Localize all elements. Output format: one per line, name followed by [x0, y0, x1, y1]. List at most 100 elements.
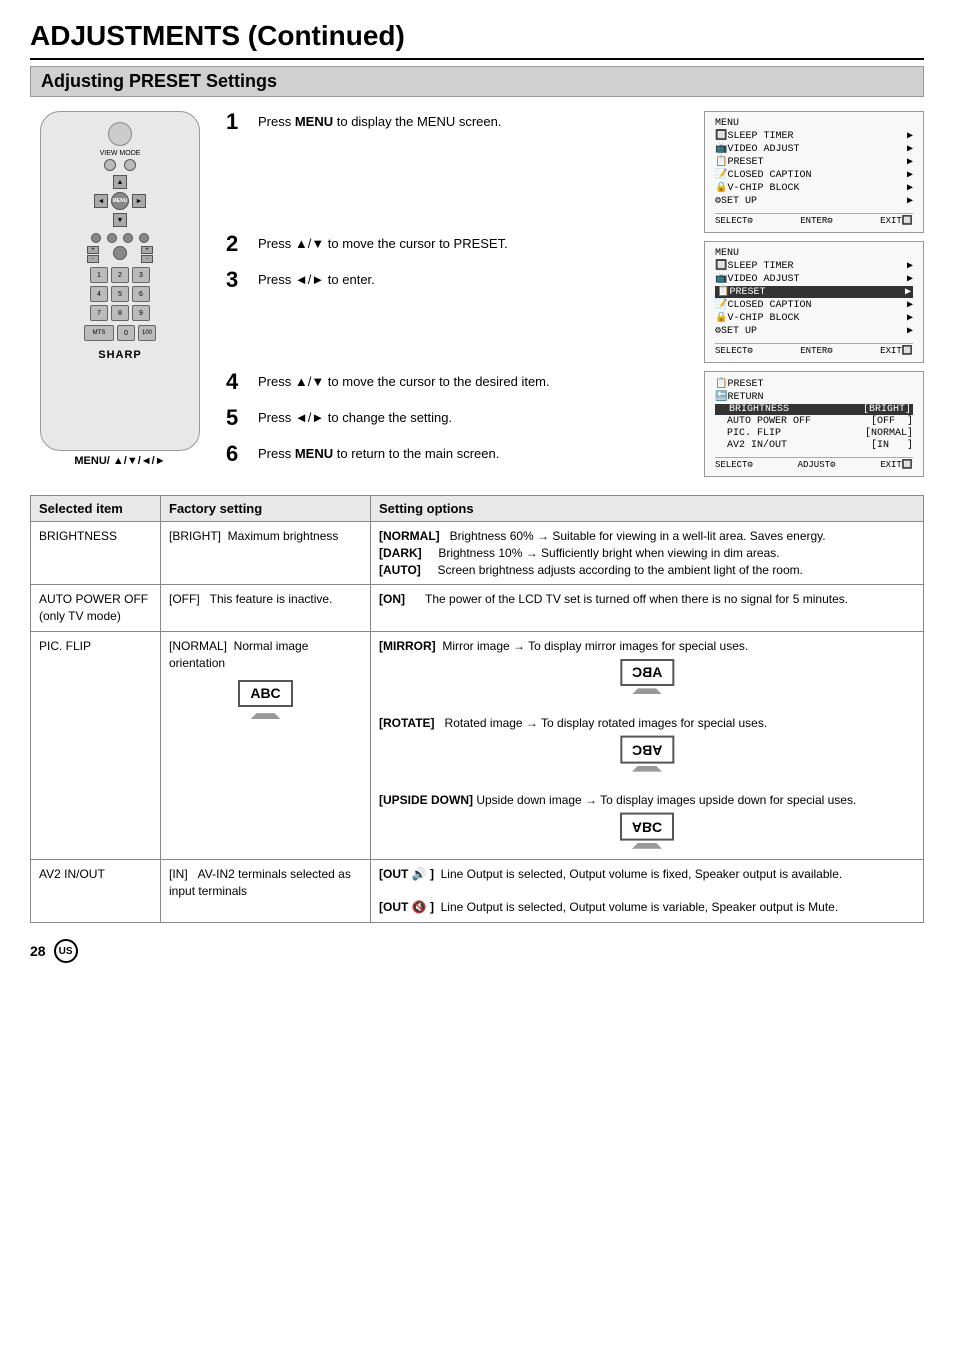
screen1-menu-row: MENU	[715, 118, 913, 129]
dpad-right[interactable]: ►	[132, 194, 146, 208]
screen1-select-btn: SELECT⚙	[715, 216, 753, 226]
screen2-row1: 🔲SLEEP TIMER▶	[715, 260, 913, 272]
table-row-auto-power-off: AUTO POWER OFF(only TV mode) [OFF] This …	[31, 585, 924, 632]
num-7[interactable]: 7	[90, 305, 108, 321]
monitor-stand-rotate	[632, 766, 662, 772]
dpad-up[interactable]: ▲	[113, 175, 127, 189]
remote-control: VIEW MODE ▲ ▼ ◄ ► MENU +	[40, 111, 200, 451]
screen2-row2: 📺VIDEO ADJUST▶	[715, 273, 913, 285]
screen3-picflip-row: PIC. FLIP[NORMAL]	[715, 428, 913, 439]
num-6[interactable]: 6	[132, 286, 150, 302]
screen3-adjust-btn: ADJUST⚙	[798, 460, 836, 470]
num-4[interactable]: 4	[90, 286, 108, 302]
remote-section: VIEW MODE ▲ ▼ ◄ ► MENU +	[30, 111, 210, 479]
sharp-logo: SHARP	[98, 349, 142, 361]
monitor-stand-normal	[251, 713, 281, 719]
col-header-factory-setting: Factory setting	[161, 496, 371, 522]
steps-section: 1 Press MENU to display the MENU screen.…	[226, 111, 924, 479]
page-title: ADJUSTMENTS (Continued)	[30, 20, 924, 60]
mts-button[interactable]: MTS	[84, 325, 114, 341]
col-header-setting-options: Setting options	[371, 496, 924, 522]
step-4: 4 Press ▲/▼ to move the cursor to the de…	[226, 371, 688, 393]
screen2-footer: SELECT⚙ ENTER⚙ EXIT🔲	[715, 343, 913, 356]
brightness-options: [NORMAL] Brightness 60% → Suitable for v…	[371, 522, 924, 585]
brightness-factory-value: [BRIGHT]	[169, 529, 221, 543]
brightness-dark-label: [DARK]	[379, 546, 422, 560]
num-100[interactable]: 100	[138, 325, 156, 341]
step-2: 2 Press ▲/▼ to move the cursor to PRESET…	[226, 233, 688, 255]
table-row-pic-flip: PIC. FLIP [NORMAL] Normal image orientat…	[31, 631, 924, 859]
brightness-auto-label: [AUTO]	[379, 563, 421, 577]
screen3-row0: 📋PRESET	[715, 378, 913, 390]
screen3-autopower-row: AUTO POWER OFF[OFF ]	[715, 416, 913, 427]
main-content: VIEW MODE ▲ ▼ ◄ ► MENU +	[30, 111, 924, 479]
settings-table: Selected item Factory setting Setting op…	[30, 495, 924, 923]
number-grid: 1 2 3 4 5 6 7 8 9	[90, 267, 150, 321]
tv-screen-3: 📋PRESET 🔙RETURN BRIGHTNESS[BRIGHT] AUTO …	[704, 371, 924, 477]
mute-button[interactable]	[91, 233, 101, 243]
pic-flip-factory-value: [NORMAL]	[169, 639, 227, 653]
step-text-1: Press MENU to display the MENU screen.	[258, 111, 501, 131]
bright-button[interactable]	[107, 233, 117, 243]
screen1-enter-btn: ENTER⚙	[800, 216, 832, 226]
num-2[interactable]: 2	[111, 267, 129, 283]
view-mode-label: VIEW MODE	[100, 150, 141, 157]
abc-normal-wrapper: ABC	[169, 676, 362, 720]
step-1: 1 Press MENU to display the MENU screen.	[226, 111, 688, 133]
num-5[interactable]: 5	[111, 286, 129, 302]
speaker-fixed-icon: 🔊	[412, 867, 427, 881]
num-9[interactable]: 9	[132, 305, 150, 321]
display-button[interactable]	[123, 233, 133, 243]
screen2-row6: ⚙SET UP▶	[715, 325, 913, 337]
screen1-exit-btn: EXIT🔲	[880, 216, 913, 226]
num-1[interactable]: 1	[90, 267, 108, 283]
dpad-left[interactable]: ◄	[94, 194, 108, 208]
step-5: 5 Press ◄/► to change the setting.	[226, 407, 688, 429]
brightness-factory: [BRIGHT] Maximum brightness	[161, 522, 371, 585]
screen3-av2-row: AV2 IN/OUT[IN ]	[715, 440, 913, 451]
screen2-row4: 📝CLOSED CAPTION▶	[715, 299, 913, 311]
step-num-1: 1	[226, 111, 250, 133]
speaker-mute-icon: 🔇	[412, 900, 427, 914]
num-8[interactable]: 8	[111, 305, 129, 321]
screen2-row5: 🔒V-CHIP BLOCK▶	[715, 312, 913, 324]
tv-screen-2: MENU 🔲SLEEP TIMER▶ 📺VIDEO ADJUST▶ 📋PRESE…	[704, 241, 924, 363]
step-num-3: 3	[226, 269, 250, 291]
volume-channel-row: + - + -	[87, 246, 153, 263]
function-buttons	[91, 233, 149, 243]
av2-factory-value: [IN]	[169, 867, 188, 881]
abc-updown-display: ABC	[620, 813, 674, 841]
menu-dpad-label: MENU/ ▲/▼/◄/►	[30, 455, 210, 467]
pic-flip-button[interactable]	[124, 159, 136, 171]
pic-flip-factory: [NORMAL] Normal image orientation ABC	[161, 631, 371, 859]
dpad[interactable]: ▲ ▼ ◄ ► MENU	[94, 175, 146, 227]
step-num-2: 2	[226, 233, 250, 255]
step-6: 6 Press MENU to return to the main scree…	[226, 443, 688, 465]
step-text-6: Press MENU to return to the main screen.	[258, 443, 499, 463]
av2-options: [OUT 🔊 ] Line Output is selected, Output…	[371, 859, 924, 922]
screen3-select-btn: SELECT⚙	[715, 460, 753, 470]
step-text-5: Press ◄/► to change the setting.	[258, 407, 452, 427]
playback-button[interactable]	[113, 246, 127, 260]
screen2-row3-highlighted: 📋PRESET▶	[715, 286, 913, 298]
table-row-brightness: BRIGHTNESS [BRIGHT] Maximum brightness […	[31, 522, 924, 585]
tv-video-button[interactable]	[139, 233, 149, 243]
sleep-button[interactable]	[104, 159, 116, 171]
abc-rotate-display: ABC	[620, 736, 674, 764]
auto-power-factory: [OFF] This feature is inactive.	[161, 585, 371, 632]
screen1-row4: 📝CLOSED CAPTION▶	[715, 169, 913, 181]
num-3[interactable]: 3	[132, 267, 150, 283]
dpad-center-menu[interactable]: MENU	[111, 192, 129, 210]
mode-buttons	[104, 159, 136, 171]
dpad-down[interactable]: ▼	[113, 213, 127, 227]
power-button[interactable]	[108, 122, 132, 146]
screen1-row3: 📋PRESET▶	[715, 156, 913, 168]
screen1-row2: 📺VIDEO ADJUST▶	[715, 143, 913, 155]
bottom-buttons: MTS 0 100	[84, 325, 156, 341]
screen1-row6: ⚙SET UP▶	[715, 195, 913, 207]
num-0[interactable]: 0	[117, 325, 135, 341]
us-badge: US	[54, 939, 78, 963]
screen1-row1: 🔲SLEEP TIMER▶	[715, 130, 913, 142]
screen2-enter-btn: ENTER⚙	[800, 346, 832, 356]
abc-normal-display: ABC	[238, 680, 292, 708]
